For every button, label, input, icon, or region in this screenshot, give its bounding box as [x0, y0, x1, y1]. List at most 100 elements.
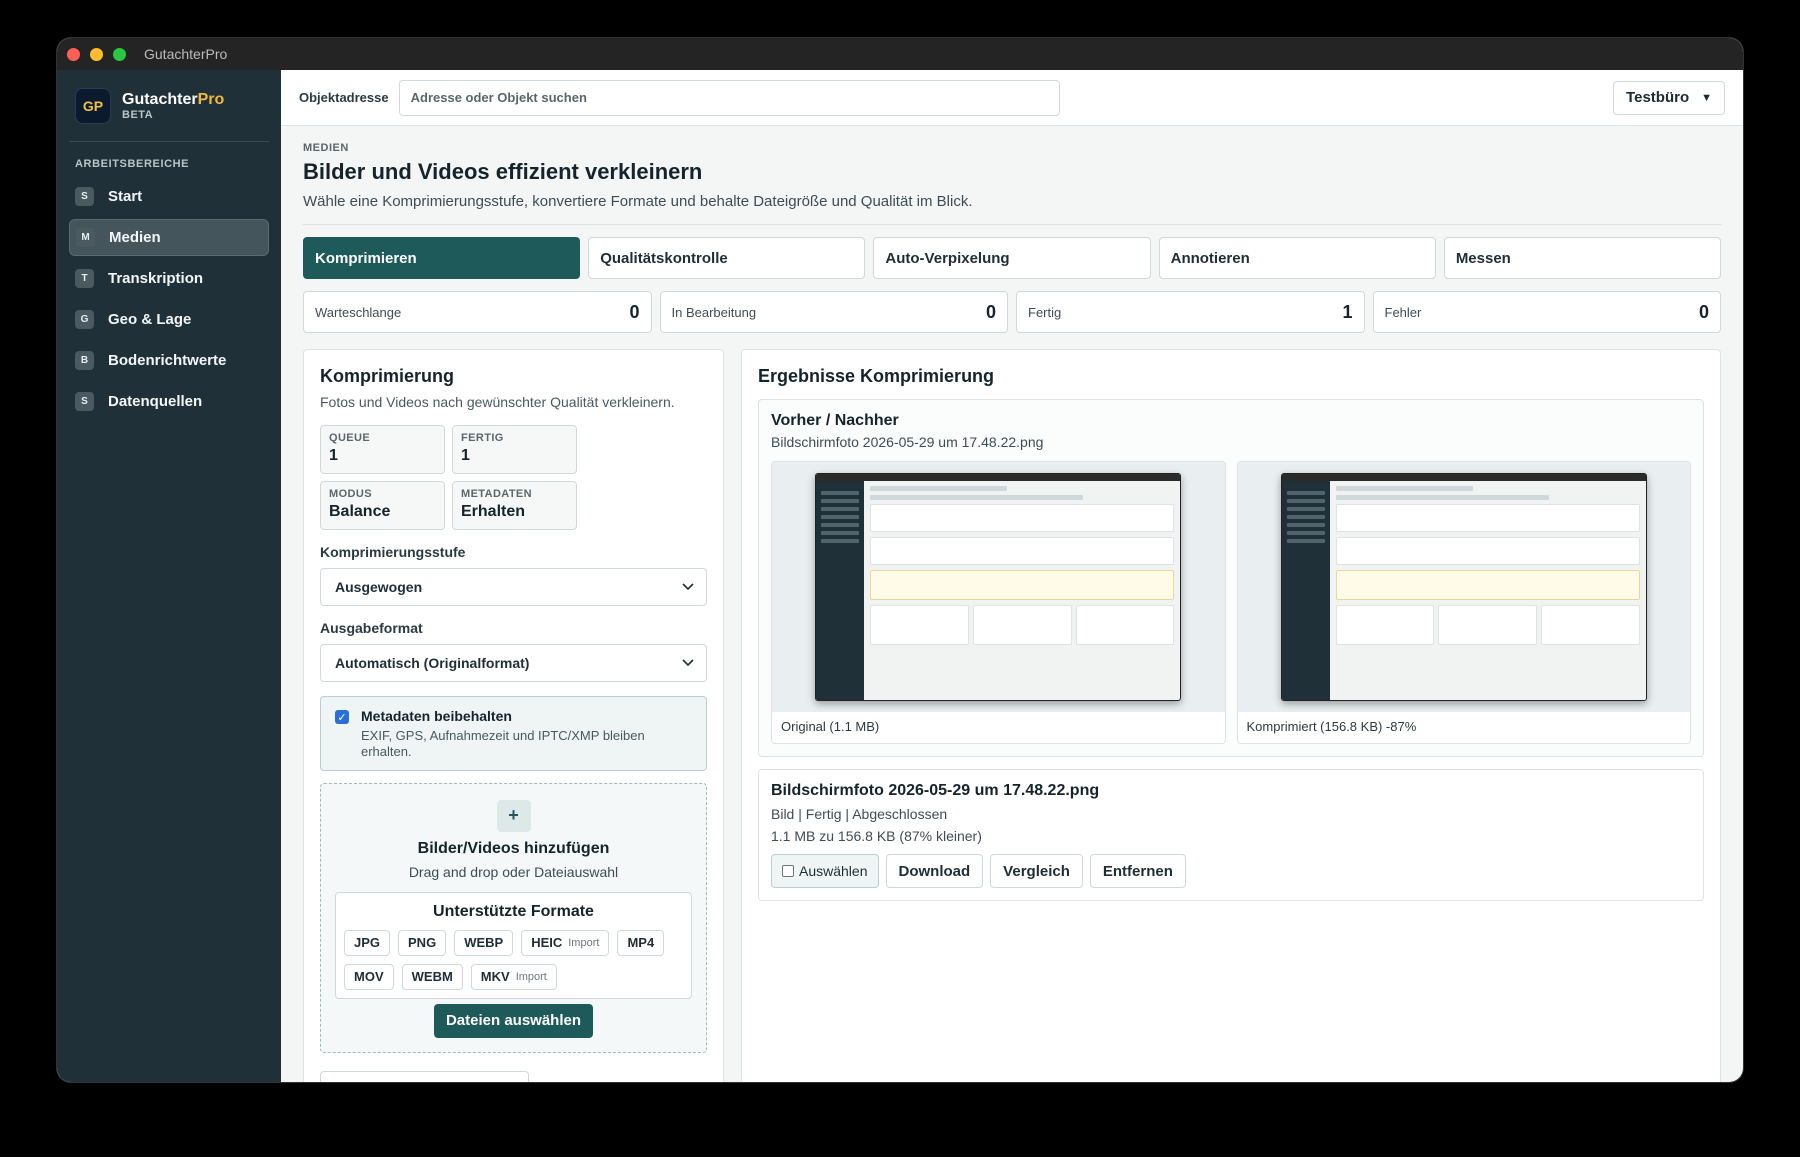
stat-fertig: Fertig 1: [1016, 291, 1365, 333]
screenshot-thumbnail: [1280, 473, 1647, 701]
chevron-down-icon: [682, 659, 694, 667]
metric-value: Balance: [329, 503, 391, 520]
app-window: GutachterPro GP GutachterPro BETA ARBEIT…: [57, 38, 1743, 1082]
compare-button[interactable]: Vergleich: [990, 854, 1083, 888]
sidebar-item-medien[interactable]: M Medien: [69, 219, 269, 256]
result-file-card: Bildschirmfoto 2026-05-29 um 17.48.22.pn…: [758, 769, 1704, 901]
before-after-filename: Bildschirmfoto 2026-05-29 um 17.48.22.pn…: [771, 434, 1044, 450]
window-title: GutachterPro: [144, 46, 228, 62]
result-file-status: Bild | Fertig | Abgeschlossen: [771, 806, 948, 822]
result-file-sizes: 1.1 MB zu 156.8 KB (87% kleiner): [771, 828, 982, 844]
stat-value: 0: [985, 301, 996, 322]
send-to-quality-check-button[interactable]: Fertige an Qualitätscheck: [320, 1070, 529, 1082]
top-bar: Objektadresse Testbüro ▼: [281, 70, 1743, 126]
metric-key: FERTIG: [461, 432, 504, 444]
tab-messen[interactable]: Messen: [1443, 237, 1722, 279]
stat-in-bearbeitung: In Bearbeitung 0: [659, 291, 1008, 333]
page-title: Bilder und Videos effizient verkleinern: [303, 159, 703, 184]
metric-queue: QUEUE 1: [320, 425, 445, 474]
brand: GP GutachterPro BETA: [69, 70, 269, 142]
checkbox-icon[interactable]: [782, 865, 794, 877]
status-stats: Warteschlange 0 In Bearbeitung 0 Fertig 1 F…: [303, 291, 1721, 333]
format-chip: JPG: [344, 929, 391, 956]
sidebar-item-transkription[interactable]: T Transkription: [69, 260, 269, 297]
page-content: MEDIEN Bilder und Videos effizient verkl…: [281, 126, 1743, 1082]
tab-komprimieren[interactable]: Komprimieren: [303, 237, 581, 279]
metric-value: Erhalten: [461, 503, 526, 520]
metric-key: METADATEN: [461, 488, 533, 500]
compression-title: Komprimierung: [320, 366, 455, 386]
tab-qualitaetskontrolle[interactable]: Qualitätskontrolle: [588, 237, 866, 279]
sidebar-item-label: Bodenrichtwerte: [108, 352, 227, 369]
title-bar: GutachterPro: [57, 38, 1743, 70]
stat-fehler: Fehler 0: [1372, 291, 1721, 333]
dropzone-title: Bilder/Videos hinzufügen: [417, 839, 610, 857]
format-chip: WEBP: [454, 929, 514, 956]
close-window-icon[interactable]: [67, 47, 80, 61]
sidebar-item-label: Transkription: [108, 270, 204, 287]
compression-subtitle: Fotos und Videos nach gewünschter Qualit…: [320, 394, 675, 410]
chevron-down-icon: [682, 583, 694, 591]
format-chip: MOV: [344, 963, 394, 990]
address-search-input[interactable]: [398, 79, 1060, 116]
minimize-window-icon[interactable]: [90, 47, 103, 61]
compressed-caption: Komprimiert (156.8 KB) -87%: [1246, 719, 1417, 734]
select-result-button[interactable]: Auswählen: [771, 854, 879, 888]
compression-level-select[interactable]: Ausgewogen: [320, 568, 707, 606]
stat-value: 1: [1342, 301, 1353, 322]
compression-level-value: Ausgewogen: [335, 579, 423, 595]
download-button[interactable]: Download: [885, 854, 984, 888]
format-chip: HEIC Import: [521, 929, 610, 956]
original-preview[interactable]: Original (1.1 MB): [771, 461, 1226, 744]
stat-value: 0: [629, 301, 640, 322]
upload-dropzone[interactable]: + Bilder/Videos hinzufügen Drag and drop…: [320, 782, 707, 1053]
output-format-value: Automatisch (Originalformat): [335, 655, 530, 671]
sidebar-item-label: Geo & Lage: [108, 311, 192, 328]
original-caption: Original (1.1 MB): [781, 719, 880, 734]
supported-formats: Unterstützte Formate JPG PNG WEBP HEIC Im…: [335, 891, 692, 999]
compressed-preview[interactable]: Komprimiert (156.8 KB) -87%: [1236, 461, 1691, 744]
brand-badge: BETA: [122, 108, 154, 121]
remove-button[interactable]: Entfernen: [1089, 854, 1186, 888]
metric-key: QUEUE: [329, 432, 371, 444]
metric-value: 1: [329, 447, 338, 464]
compression-panel: Komprimierung Fotos und Videos nach gewü…: [303, 349, 724, 1082]
format-chip: MP4: [617, 929, 665, 956]
sidebar-item-start[interactable]: S Start: [69, 178, 269, 215]
format-chip: MKV Import: [470, 963, 557, 990]
choose-files-button[interactable]: Dateien auswählen: [433, 1003, 594, 1038]
brand-name: GutachterPro: [122, 90, 225, 108]
office-selector[interactable]: Testbüro ▼: [1613, 80, 1725, 115]
sidebar-item-label: Medien: [109, 229, 161, 246]
nav-badge: T: [75, 269, 94, 288]
before-after-card: Vorher / Nachher Bildschirmfoto 2026-05-…: [758, 399, 1704, 757]
output-format-select[interactable]: Automatisch (Originalformat): [320, 644, 707, 682]
format-chip: PNG: [398, 929, 447, 956]
output-format-label: Ausgabeformat: [320, 620, 423, 636]
office-name: Testbüro: [1626, 89, 1690, 106]
stat-label: Warteschlange: [315, 304, 402, 320]
tab-auto-verpixelung[interactable]: Auto-Verpixelung: [873, 237, 1151, 279]
format-chip: WEBM: [401, 963, 463, 990]
stat-label: In Bearbeitung: [671, 304, 757, 320]
sidebar-item-geo[interactable]: G Geo & Lage: [69, 301, 269, 338]
stat-label: Fertig: [1028, 304, 1062, 320]
plus-icon[interactable]: +: [496, 799, 531, 832]
sidebar-item-datenquellen[interactable]: S Datenquellen: [69, 383, 269, 420]
divider: [303, 224, 1721, 225]
metric-metadaten: METADATEN Erhalten: [452, 481, 577, 530]
keep-metadata-option[interactable]: ✓ Metadaten beibehalten EXIF, GPS, Aufna…: [320, 696, 707, 771]
page-eyebrow: MEDIEN: [303, 142, 349, 154]
metric-fertig: FERTIG 1: [452, 425, 577, 474]
tab-annotieren[interactable]: Annotieren: [1158, 237, 1436, 279]
metric-key: MODUS: [329, 488, 372, 500]
keep-metadata-title: Metadaten beibehalten: [361, 708, 512, 724]
stat-warteschlange: Warteschlange 0: [303, 291, 652, 333]
keep-metadata-checkbox[interactable]: ✓: [335, 710, 349, 724]
sidebar-item-bodenrichtwerte[interactable]: B Bodenrichtwerte: [69, 342, 269, 379]
nav-badge: S: [75, 392, 94, 411]
formats-title: Unterstützte Formate: [433, 902, 594, 920]
results-panel: Ergebnisse Komprimierung Vorher / Nachhe…: [741, 349, 1721, 1082]
metric-value: 1: [461, 447, 470, 464]
maximize-window-icon[interactable]: [113, 47, 126, 61]
